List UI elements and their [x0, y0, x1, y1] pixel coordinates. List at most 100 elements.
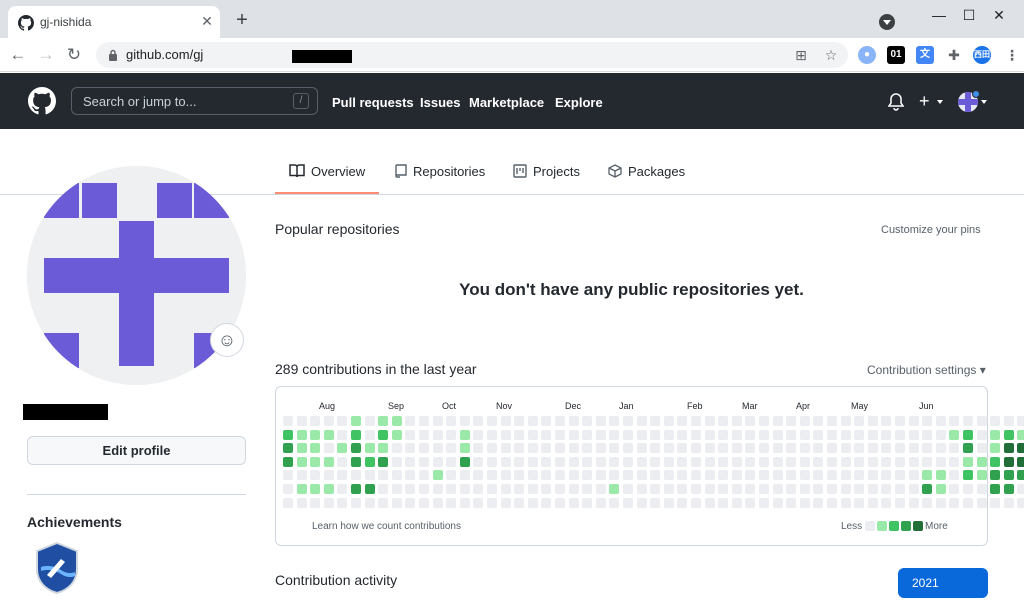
contribution-day-cell[interactable]	[405, 484, 416, 494]
contribution-day-cell[interactable]	[609, 497, 620, 508]
contribution-day-cell[interactable]	[881, 443, 892, 454]
contribution-day-cell[interactable]	[976, 470, 987, 481]
search-input[interactable]: Search or jump to... /	[71, 87, 318, 115]
contribution-day-cell[interactable]	[949, 443, 960, 454]
contribution-day-cell[interactable]	[582, 497, 593, 508]
contribution-day-cell[interactable]	[323, 470, 334, 481]
contribution-day-cell[interactable]	[487, 484, 497, 494]
contribution-day-cell[interactable]	[731, 456, 742, 467]
contribution-day-cell[interactable]	[310, 484, 321, 494]
contribution-day-cell[interactable]	[351, 416, 361, 426]
contribution-day-cell[interactable]	[813, 484, 824, 494]
contribution-day-cell[interactable]	[745, 497, 756, 508]
contribution-day-cell[interactable]	[582, 429, 593, 440]
contribution-day-cell[interactable]	[718, 429, 729, 440]
contribution-day-cell[interactable]	[514, 497, 525, 508]
contribution-day-cell[interactable]	[650, 416, 661, 426]
contribution-day-cell[interactable]	[446, 416, 457, 426]
contribution-day-cell[interactable]	[459, 456, 470, 467]
contribution-day-cell[interactable]	[337, 429, 348, 440]
contribution-day-cell[interactable]	[827, 416, 837, 426]
edit-profile-button[interactable]: Edit profile	[27, 436, 246, 465]
close-window-button[interactable]: ✕	[984, 4, 1014, 26]
contribution-day-cell[interactable]	[283, 429, 293, 440]
contribution-day-cell[interactable]	[908, 429, 919, 440]
contribution-day-cell[interactable]	[867, 470, 878, 481]
contribution-day-cell[interactable]	[908, 484, 919, 494]
contribution-day-cell[interactable]	[446, 456, 457, 467]
contribution-settings-dropdown[interactable]: Contribution settings ▾	[867, 363, 986, 377]
contribution-day-cell[interactable]	[419, 484, 429, 494]
contribution-day-cell[interactable]	[1017, 456, 1024, 467]
contribution-day-cell[interactable]	[500, 484, 511, 494]
contribution-day-cell[interactable]	[840, 456, 851, 467]
contribution-day-cell[interactable]	[745, 443, 756, 454]
contribution-day-cell[interactable]	[323, 484, 334, 494]
contribution-day-cell[interactable]	[623, 416, 633, 426]
contribution-day-cell[interactable]	[677, 443, 688, 454]
contribution-day-cell[interactable]	[908, 470, 919, 481]
contribution-day-cell[interactable]	[378, 416, 389, 426]
contribution-day-cell[interactable]	[772, 484, 783, 494]
contribution-day-cell[interactable]	[391, 429, 402, 440]
contribution-day-cell[interactable]	[568, 497, 579, 508]
contribution-day-cell[interactable]	[364, 484, 375, 494]
contribution-day-cell[interactable]	[473, 429, 484, 440]
contribution-day-cell[interactable]	[323, 416, 334, 426]
contribution-day-cell[interactable]	[854, 443, 865, 454]
tab-packages[interactable]: Packages	[608, 164, 685, 194]
contribution-day-cell[interactable]	[949, 497, 960, 508]
contribution-day-cell[interactable]	[867, 484, 878, 494]
contribution-day-cell[interactable]	[473, 416, 484, 426]
contribution-day-cell[interactable]	[881, 416, 892, 426]
contribution-day-cell[interactable]	[691, 443, 701, 454]
contribution-day-cell[interactable]	[487, 497, 497, 508]
contribution-day-cell[interactable]	[799, 484, 810, 494]
contribution-day-cell[interactable]	[446, 443, 457, 454]
contribution-day-cell[interactable]	[568, 429, 579, 440]
contribution-day-cell[interactable]	[731, 497, 742, 508]
contribution-day-cell[interactable]	[990, 443, 1001, 454]
contribution-day-cell[interactable]	[908, 416, 919, 426]
contribution-day-cell[interactable]	[759, 456, 769, 467]
create-new-caret-icon[interactable]	[937, 100, 943, 104]
contribution-day-cell[interactable]	[922, 416, 933, 426]
contribution-day-cell[interactable]	[568, 470, 579, 481]
contribution-day-cell[interactable]	[867, 429, 878, 440]
contribution-day-cell[interactable]	[323, 443, 334, 454]
contribution-day-cell[interactable]	[881, 497, 892, 508]
contribution-day-cell[interactable]	[582, 416, 593, 426]
contribution-day-cell[interactable]	[813, 470, 824, 481]
contribution-day-cell[interactable]	[663, 497, 674, 508]
year-2021-button[interactable]: 2021	[898, 568, 988, 598]
nav-explore[interactable]: Explore	[555, 95, 603, 110]
contribution-day-cell[interactable]	[527, 484, 538, 494]
contribution-day-cell[interactable]	[718, 416, 729, 426]
contribution-day-cell[interactable]	[459, 416, 470, 426]
contribution-day-cell[interactable]	[623, 497, 633, 508]
contribution-day-cell[interactable]	[459, 443, 470, 454]
contribution-day-cell[interactable]	[949, 484, 960, 494]
contribution-day-cell[interactable]	[296, 429, 307, 440]
contribution-day-cell[interactable]	[405, 429, 416, 440]
contribution-day-cell[interactable]	[963, 443, 973, 454]
contribution-day-cell[interactable]	[636, 416, 647, 426]
contribution-day-cell[interactable]	[636, 497, 647, 508]
notifications-bell-icon[interactable]	[888, 93, 904, 111]
contribution-day-cell[interactable]	[663, 484, 674, 494]
contribution-day-cell[interactable]	[827, 429, 837, 440]
contribution-day-cell[interactable]	[473, 443, 484, 454]
contribution-day-cell[interactable]	[432, 443, 443, 454]
contribution-day-cell[interactable]	[1017, 497, 1024, 508]
contribution-day-cell[interactable]	[677, 456, 688, 467]
contribution-day-cell[interactable]	[487, 429, 497, 440]
contribution-day-cell[interactable]	[296, 470, 307, 481]
contribution-day-cell[interactable]	[459, 470, 470, 481]
contribution-day-cell[interactable]	[636, 429, 647, 440]
bookmark-star-icon[interactable]: ☆	[822, 46, 840, 64]
contribution-day-cell[interactable]	[786, 484, 797, 494]
contribution-day-cell[interactable]	[976, 429, 987, 440]
contribution-day-cell[interactable]	[976, 416, 987, 426]
achievement-badge-icon[interactable]	[33, 541, 81, 595]
contribution-day-cell[interactable]	[378, 456, 389, 467]
